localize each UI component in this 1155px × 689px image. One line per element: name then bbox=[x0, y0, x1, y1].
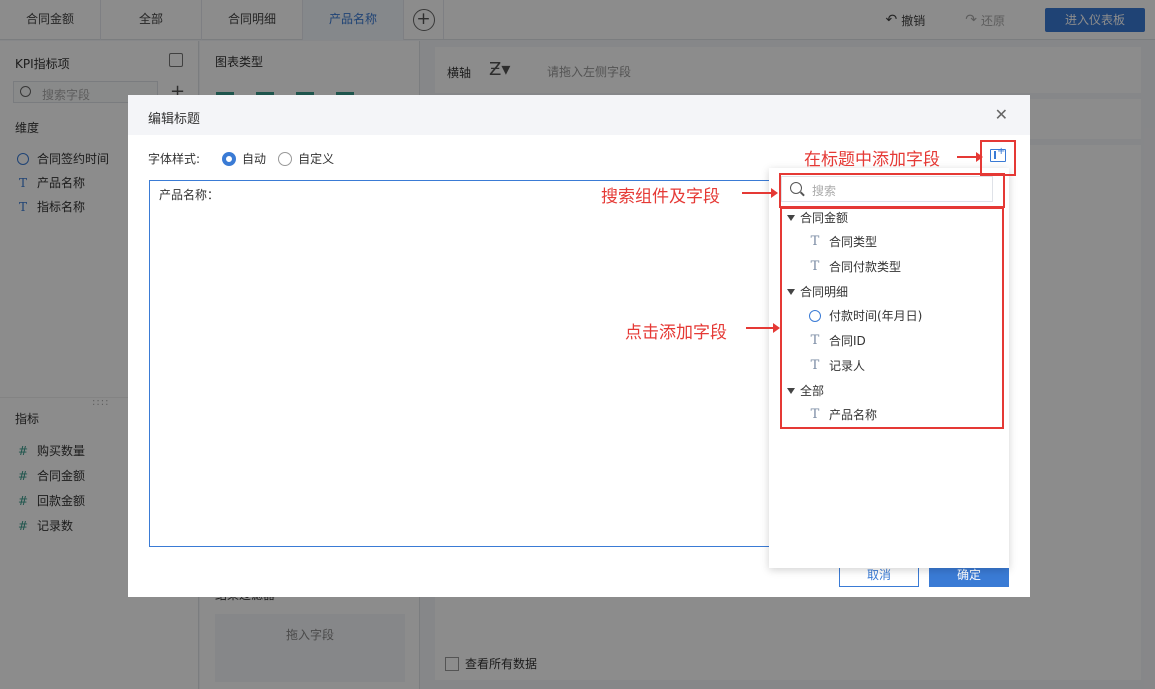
radio-auto-label[interactable]: 自动 bbox=[242, 150, 266, 167]
radio-custom-label[interactable]: 自定义 bbox=[298, 150, 334, 167]
annotation-click-add: 点击添加字段 bbox=[625, 323, 727, 343]
radio-auto[interactable] bbox=[222, 151, 237, 166]
title-text: 产品名称： bbox=[159, 188, 220, 202]
font-style-row: 字体样式: 自动 自定义 bbox=[148, 150, 346, 167]
annotation-arrow bbox=[957, 152, 983, 162]
annotation-box-search bbox=[779, 173, 1005, 208]
dialog-title: 编辑标题 bbox=[148, 112, 201, 127]
annotation-add-field: 在标题中添加字段 bbox=[804, 150, 940, 170]
annotation-box-add-field bbox=[980, 140, 1016, 176]
font-style-label: 字体样式: bbox=[148, 152, 201, 166]
radio-custom[interactable] bbox=[278, 151, 293, 166]
close-icon[interactable]: ✕ bbox=[995, 105, 1008, 124]
annotation-arrow bbox=[746, 323, 780, 333]
annotation-arrow bbox=[742, 188, 778, 198]
dialog-header: 编辑标题 ✕ bbox=[128, 95, 1030, 135]
annotation-box-field-list bbox=[780, 207, 1004, 429]
annotation-search: 搜索组件及字段 bbox=[601, 187, 720, 207]
